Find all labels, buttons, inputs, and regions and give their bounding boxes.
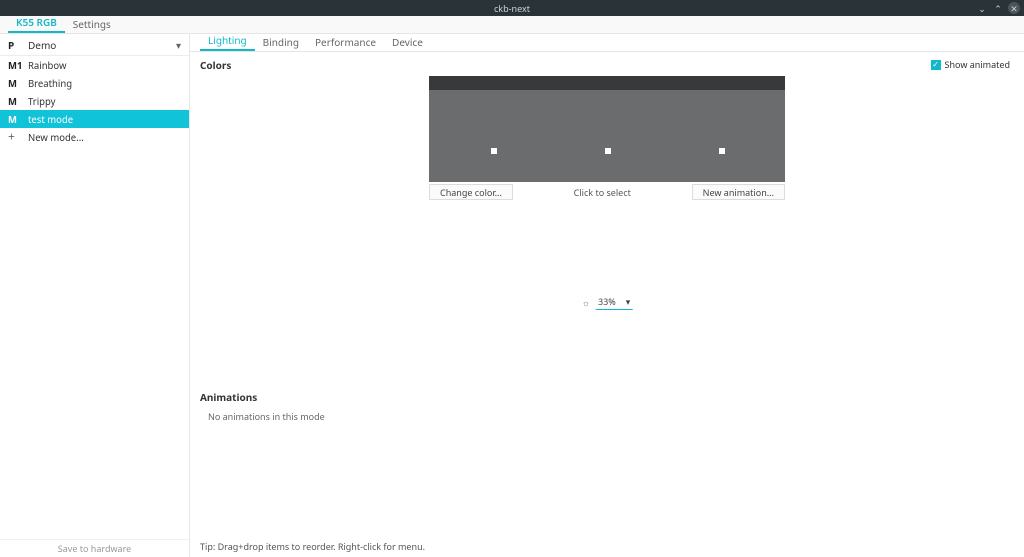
show-animated-toggle[interactable]: ✓ Show animated [931, 58, 1010, 71]
change-color-button[interactable]: Change color... [429, 184, 513, 200]
mode-list: M1 Rainbow M Breathing M Trippy M test m… [0, 56, 189, 146]
lighting-panel: Colors ✓ Show animated Change color... C… [190, 52, 1024, 557]
window-controls: ⌄ ⌃ ✕ [976, 0, 1020, 16]
checkbox-icon: ✓ [931, 60, 941, 70]
show-animated-label: Show animated [945, 58, 1010, 71]
mode-item-rainbow[interactable]: M1 Rainbow [0, 56, 189, 74]
keyboard-preview-top [429, 76, 785, 90]
colors-title: Colors [200, 58, 1014, 72]
maximize-button[interactable]: ⌃ [992, 2, 1004, 14]
new-mode-label: New mode... [28, 131, 84, 144]
animations-empty-label: No animations in this mode [208, 410, 1014, 423]
keyboard-preview-zones[interactable] [429, 90, 785, 182]
close-button[interactable]: ✕ [1008, 2, 1020, 14]
section-tabs: Lighting Binding Performance Device [190, 34, 1024, 52]
mode-badge: M [8, 77, 28, 90]
new-animation-button[interactable]: New animation... [692, 184, 785, 200]
title-bar: ckb-next ⌄ ⌃ ✕ [0, 0, 1024, 16]
keyboard-controls: Change color... Click to select New anim… [429, 184, 785, 200]
tab-performance[interactable]: Performance [307, 32, 384, 51]
keyboard-preview[interactable]: Change color... Click to select New anim… [429, 76, 785, 200]
profile-name: Demo [28, 38, 56, 52]
animations-section: Animations No animations in this mode [200, 390, 1014, 423]
click-to-select-label: Click to select [513, 186, 692, 199]
tab-settings[interactable]: Settings [65, 14, 119, 33]
mode-badge: M1 [8, 59, 28, 72]
zone-indicator [605, 148, 611, 154]
zone-indicator [719, 148, 725, 154]
sidebar: P Demo ▾ M1 Rainbow M Breathing M Trippy… [0, 34, 190, 557]
mode-item-breathing[interactable]: M Breathing [0, 74, 189, 92]
mode-label: test mode [28, 113, 73, 126]
profile-selector[interactable]: P Demo ▾ [0, 34, 189, 56]
mode-label: Trippy [28, 95, 56, 108]
minimize-button[interactable]: ⌄ [976, 2, 988, 14]
tip-label: Tip: Drag+drop items to reorder. Right-c… [200, 540, 425, 553]
tab-device[interactable]: Device [384, 32, 431, 51]
zone-indicator [491, 148, 497, 154]
mode-badge: M [8, 95, 28, 108]
new-mode-button[interactable]: + New mode... [0, 128, 189, 146]
mode-item-trippy[interactable]: M Trippy [0, 92, 189, 110]
brightness-icon: ☼ [582, 296, 590, 309]
device-tabs: K55 RGB Settings [0, 16, 1024, 34]
mode-label: Breathing [28, 77, 72, 90]
content: Lighting Binding Performance Device Colo… [190, 34, 1024, 557]
mode-item-test-mode[interactable]: M test mode [0, 110, 189, 128]
chevron-down-icon: ▾ [626, 295, 631, 308]
mode-badge: M [8, 113, 28, 126]
brightness-control: ☼ 33% ▾ [582, 294, 633, 310]
tab-binding[interactable]: Binding [255, 32, 307, 51]
chevron-down-icon: ▾ [176, 38, 181, 52]
window-title: ckb-next [494, 2, 530, 15]
tab-lighting[interactable]: Lighting [200, 30, 255, 51]
mode-label: Rainbow [28, 59, 66, 72]
profile-badge: P [8, 38, 28, 52]
save-to-hardware-button[interactable]: Save to hardware [0, 539, 189, 557]
brightness-value: 33% [598, 295, 616, 308]
animations-title: Animations [200, 390, 1014, 404]
plus-icon: + [8, 131, 28, 143]
brightness-select[interactable]: 33% ▾ [596, 294, 632, 310]
